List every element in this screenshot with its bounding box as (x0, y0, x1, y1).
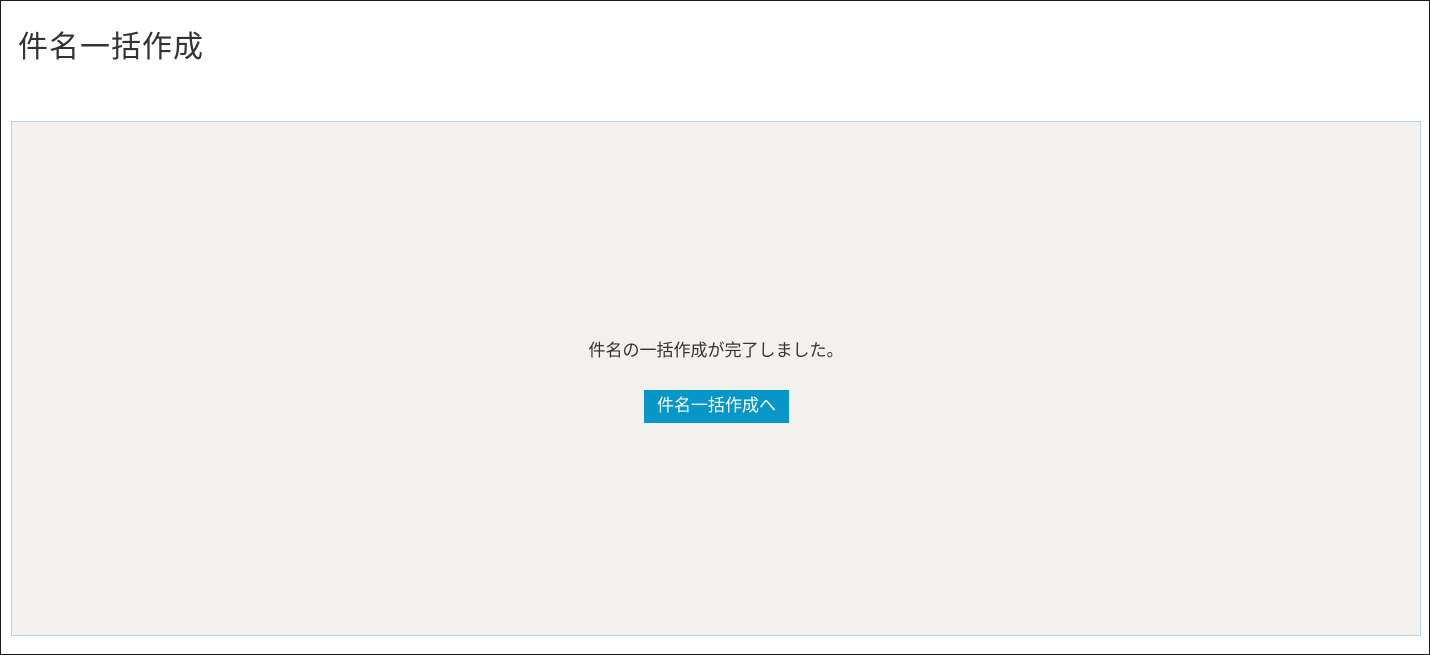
go-to-bulk-create-button[interactable]: 件名一括作成へ (644, 390, 789, 423)
completion-message: 件名の一括作成が完了しました。 (588, 341, 844, 361)
app-window: 件名一括作成 件名の一括作成が完了しました。 件名一括作成へ (0, 0, 1430, 655)
completion-panel: 件名の一括作成が完了しました。 件名一括作成へ (11, 121, 1421, 636)
page-title: 件名一括作成 (18, 30, 204, 65)
